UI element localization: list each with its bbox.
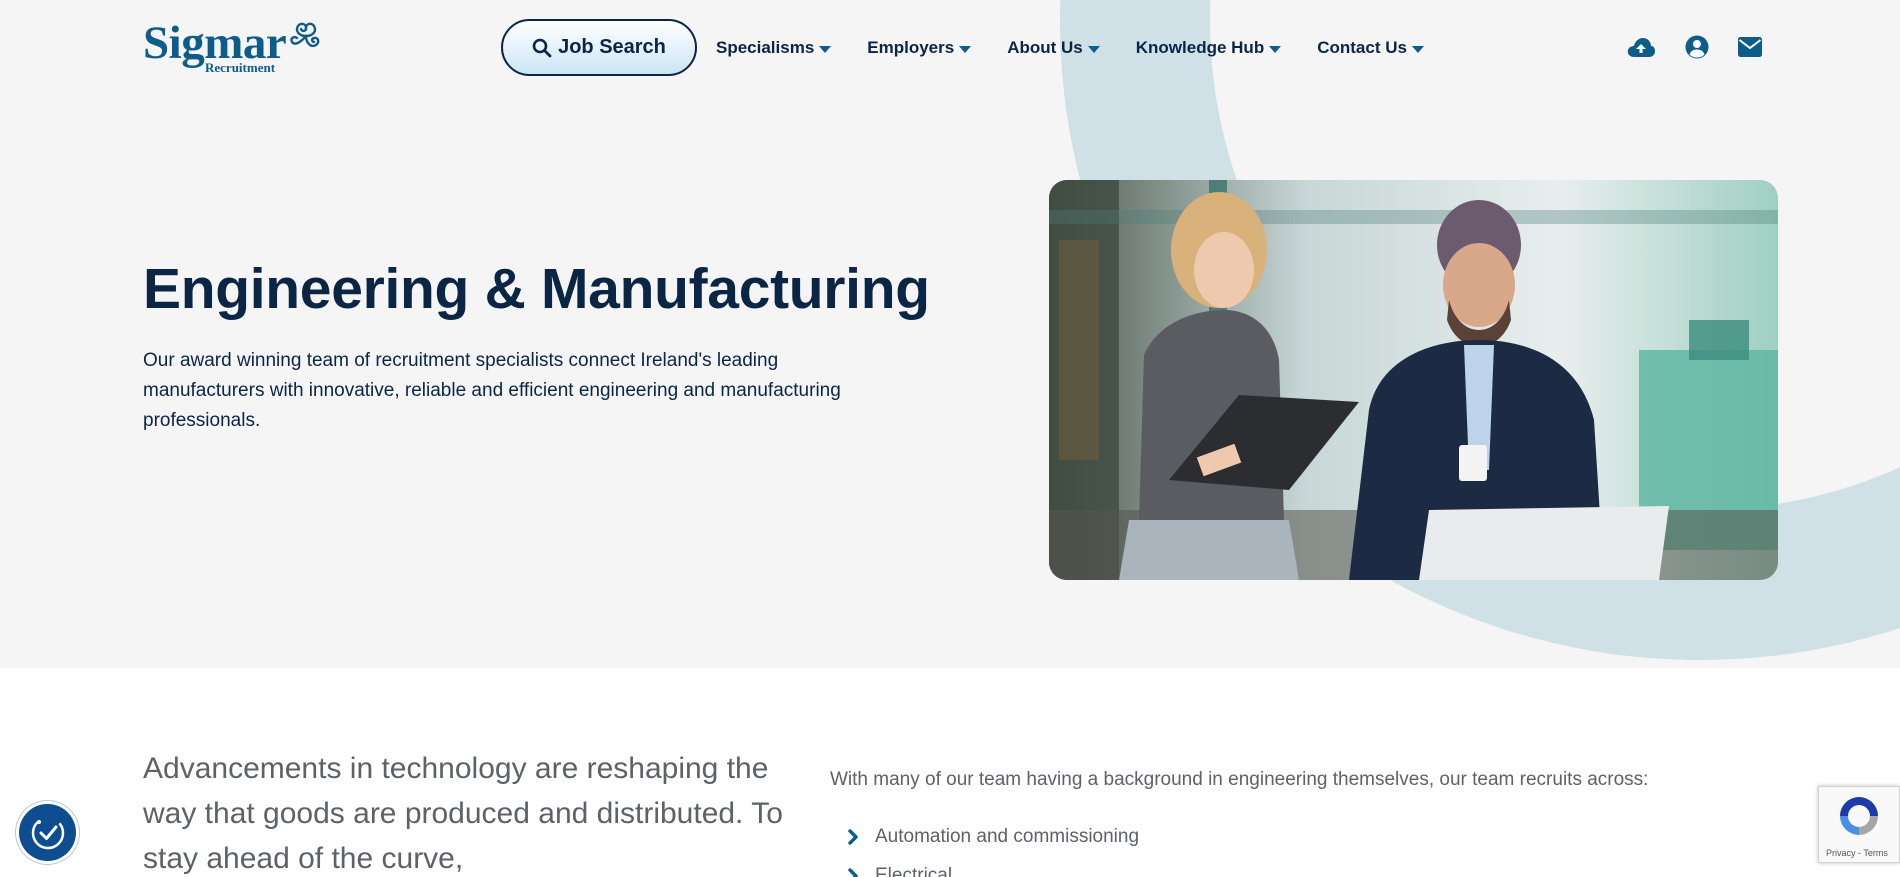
- nav-about-us[interactable]: About Us: [1007, 38, 1100, 58]
- specialty-label: Automation and commissioning: [875, 825, 1140, 847]
- logo-tagline: Recruitment: [205, 60, 276, 75]
- hero-description: Our award winning team of recruitment sp…: [143, 350, 841, 431]
- hero-photo: [1049, 180, 1778, 580]
- accessibility-button[interactable]: [19, 804, 76, 861]
- envelope-icon[interactable]: [1738, 37, 1762, 57]
- job-search-label: Job Search: [558, 36, 666, 58]
- nav-label: Knowledge Hub: [1135, 38, 1265, 57]
- cloud-upload-icon[interactable]: [1626, 36, 1656, 58]
- sigmar-logo[interactable]: Sigmar Recruitment: [143, 18, 323, 78]
- recaptcha-badge[interactable]: Privacy - Terms: [1818, 786, 1900, 863]
- nav-label: About Us: [1007, 38, 1083, 57]
- header-actions: [1626, 35, 1762, 59]
- privacy-link[interactable]: Privacy: [1826, 848, 1856, 858]
- chevron-right-icon: [848, 828, 858, 845]
- caret-down-icon: [1269, 45, 1282, 53]
- user-account-icon[interactable]: [1685, 35, 1709, 59]
- accessibility-check-icon: [31, 816, 64, 849]
- job-search-button[interactable]: Job Search: [501, 19, 697, 76]
- terms-link[interactable]: Terms: [1863, 848, 1888, 858]
- nav-knowledge-hub[interactable]: Knowledge Hub: [1135, 38, 1282, 58]
- recaptcha-icon: [1840, 797, 1878, 835]
- recaptcha-links: Privacy - Terms: [1826, 848, 1888, 858]
- nav-label: Contact Us: [1317, 38, 1407, 57]
- caret-down-icon: [1087, 45, 1100, 53]
- main-nav: Specialisms Employers About Us Knowledge…: [716, 38, 1424, 58]
- nav-employers[interactable]: Employers: [867, 38, 972, 58]
- team-text: With many of our team having a backgroun…: [830, 769, 1649, 790]
- caret-down-icon: [959, 45, 972, 53]
- specialty-label: Electrical: [875, 864, 953, 877]
- chevron-right-icon: [848, 867, 858, 877]
- nav-label: Specialisms: [716, 38, 815, 57]
- search-icon: [532, 38, 552, 57]
- list-item: Electrical: [848, 856, 1139, 877]
- specialty-list: Automation and commissioning Electrical: [848, 817, 1139, 877]
- list-item: Automation and commissioning: [848, 817, 1139, 856]
- page-title: Engineering & Manufacturing: [143, 257, 930, 321]
- nav-specialisms[interactable]: Specialisms: [716, 38, 832, 58]
- hero-section: Sigmar Recruitment Job Search Specialism…: [0, 0, 1900, 668]
- nav-contact-us[interactable]: Contact Us: [1317, 38, 1424, 58]
- caret-down-icon: [819, 45, 832, 53]
- intro-text: Advancements in technology are reshaping…: [143, 752, 783, 875]
- triskele-icon: [290, 22, 320, 48]
- nav-label: Employers: [867, 38, 955, 57]
- caret-down-icon: [1411, 45, 1424, 53]
